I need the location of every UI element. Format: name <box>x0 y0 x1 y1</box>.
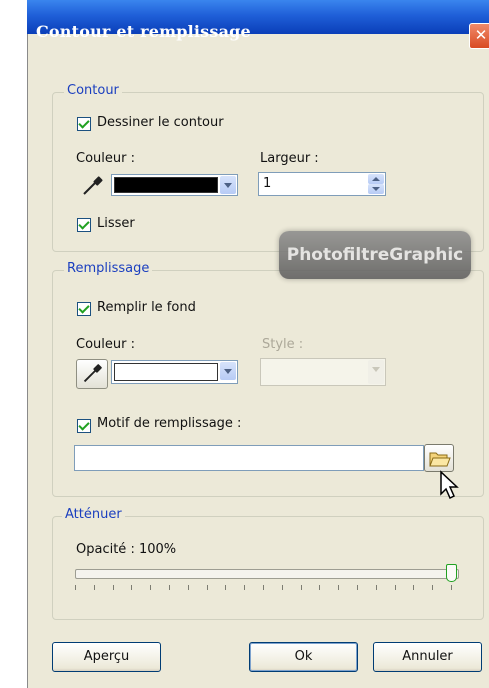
slider-tick <box>75 585 76 590</box>
opacity-label: Opacité : 100% <box>76 542 177 557</box>
draw-outline-label: Dessiner le contour <box>97 115 224 130</box>
smooth-label: Lisser <box>97 216 135 231</box>
chevron-down-icon <box>368 360 384 384</box>
pattern-checkbox[interactable] <box>77 419 91 433</box>
slider-tick <box>187 585 189 590</box>
slider-tick <box>150 585 152 590</box>
attenuate-group <box>52 516 484 620</box>
close-button[interactable]: ✕ <box>469 23 489 49</box>
window-title: Contour et remplissage <box>36 22 251 41</box>
outline-color-swatch <box>114 177 218 193</box>
folder-open-icon <box>429 452 451 467</box>
fill-color-label: Couleur : <box>76 337 135 352</box>
slider-tick <box>357 585 358 590</box>
outline-color-select[interactable] <box>111 174 238 196</box>
slider-tick <box>93 585 95 590</box>
fill-background-label: Remplir le fond <box>97 300 196 315</box>
slider-tick <box>206 585 208 590</box>
outline-width-value: 1 <box>263 176 272 191</box>
slider-tick <box>319 585 321 590</box>
slider-tick <box>244 585 246 590</box>
outline-width-label: Largeur : <box>260 151 319 166</box>
slider-tick <box>413 585 415 590</box>
ok-button[interactable]: Ok <box>249 642 358 672</box>
slider-tick <box>451 585 452 590</box>
slider-tick <box>375 585 377 590</box>
contour-legend: Contour <box>64 83 122 98</box>
outline-color-label: Couleur : <box>76 151 135 166</box>
outline-width-spinner[interactable]: 1 <box>258 172 386 196</box>
eyedropper-icon[interactable] <box>80 174 106 198</box>
slider-tick <box>338 585 340 590</box>
slider-tick <box>112 585 114 590</box>
watermark: PhotofiltreGraphic <box>279 231 471 279</box>
spin-down-icon[interactable] <box>368 184 384 194</box>
slider-tick <box>300 585 302 590</box>
slider-tick <box>281 585 283 590</box>
fill-color-select[interactable] <box>111 360 238 384</box>
fill-background-checkbox[interactable] <box>77 302 91 316</box>
opacity-slider-ticks <box>75 585 455 593</box>
smooth-checkbox[interactable] <box>77 218 91 232</box>
draw-outline-checkbox[interactable] <box>77 117 91 131</box>
browse-pattern-button[interactable] <box>424 444 454 472</box>
mouse-cursor-icon <box>440 470 459 500</box>
slider-tick <box>263 585 264 590</box>
slider-tick <box>169 585 170 590</box>
eyedropper-icon[interactable] <box>76 359 108 389</box>
slider-tick <box>225 585 227 590</box>
chevron-down-icon[interactable] <box>220 362 236 380</box>
cancel-button[interactable]: Annuler <box>373 642 482 672</box>
spinner-buttons <box>368 174 384 194</box>
slider-tick <box>394 585 396 590</box>
opacity-slider-track[interactable] <box>75 569 459 579</box>
spin-up-icon[interactable] <box>368 174 384 184</box>
pattern-path-input[interactable] <box>74 445 424 471</box>
pattern-label: Motif de remplissage : <box>97 416 242 431</box>
chevron-down-icon[interactable] <box>220 176 236 194</box>
slider-tick <box>131 585 133 590</box>
slider-tick <box>432 585 434 590</box>
opacity-slider-thumb[interactable] <box>446 564 457 582</box>
fill-style-select <box>260 358 386 386</box>
fill-style-label: Style : <box>262 337 304 352</box>
fill-color-swatch <box>114 363 218 381</box>
preview-button[interactable]: Aperçu <box>52 642 161 672</box>
attenuate-legend: Atténuer <box>62 507 125 522</box>
fill-legend: Remplissage <box>64 261 153 276</box>
